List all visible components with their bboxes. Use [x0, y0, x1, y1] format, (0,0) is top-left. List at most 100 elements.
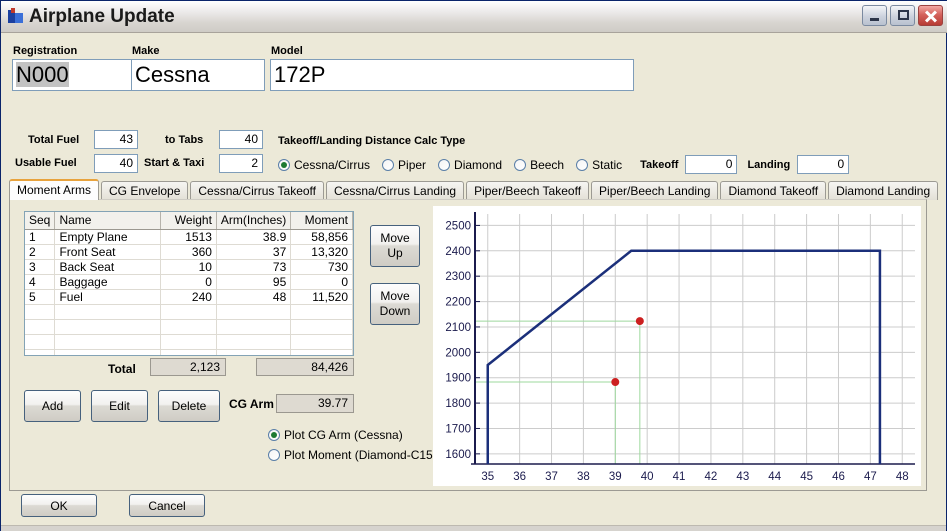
radio-plot-moment[interactable] [268, 449, 280, 461]
tab-piper-beech-takeoff[interactable]: Piper/Beech Takeoff [466, 181, 590, 200]
make-input[interactable]: Cessna [131, 59, 265, 91]
cell-name[interactable]: Empty Plane [54, 229, 161, 245]
maximize-icon[interactable] [890, 5, 915, 26]
cell-weight[interactable]: 0 [160, 274, 217, 290]
cell-arm[interactable]: 37 [216, 244, 292, 260]
cell-weight[interactable]: 360 [160, 244, 217, 260]
cell-weight[interactable]: 240 [160, 289, 217, 305]
cell-empty[interactable] [25, 334, 56, 350]
landing-input[interactable]: 0 [797, 155, 850, 174]
moment-arms-grid[interactable]: Seq Name Weight Arm(Inches) Moment 1 Empt… [24, 211, 354, 356]
cell-empty[interactable] [160, 349, 217, 355]
col-header-weight[interactable]: Weight [160, 212, 217, 230]
cell-name[interactable]: Baggage [54, 274, 161, 290]
cell-empty[interactable] [216, 304, 292, 320]
cell-empty[interactable] [25, 319, 56, 335]
cell-seq[interactable]: 4 [25, 274, 56, 290]
table-row-empty[interactable] [25, 304, 353, 320]
cell-arm[interactable]: 48 [216, 289, 292, 305]
plot-mode-option-cg-arm[interactable]: Plot CG Arm (Cessna) [268, 425, 443, 445]
table-row-empty[interactable] [25, 319, 353, 335]
cg-data-point[interactable] [635, 317, 644, 326]
to-tabs-input[interactable]: 40 [219, 130, 263, 149]
cell-empty[interactable] [54, 304, 161, 320]
cell-seq[interactable]: 1 [25, 229, 56, 245]
usable-fuel-input[interactable]: 40 [94, 154, 138, 173]
cell-empty[interactable] [160, 319, 217, 335]
cell-empty[interactable] [290, 349, 353, 355]
cell-seq[interactable]: 3 [25, 259, 56, 275]
cancel-button[interactable]: Cancel [129, 494, 205, 517]
cell-seq[interactable]: 2 [25, 244, 56, 260]
radio-cessna-cirrus[interactable] [278, 158, 290, 171]
tab-diamond-landing[interactable]: Diamond Landing [828, 181, 939, 200]
edit-button[interactable]: Edit [91, 390, 148, 422]
move-up-button[interactable]: Move Up [370, 225, 420, 267]
radio-plot-cg-arm[interactable] [268, 429, 280, 441]
cell-empty[interactable] [160, 304, 217, 320]
cell-moment[interactable]: 11,520 [290, 289, 353, 305]
table-row-empty[interactable] [25, 349, 353, 355]
minimize-icon[interactable] [862, 5, 887, 26]
start-taxi-input[interactable]: 2 [219, 154, 263, 173]
tab-cg-envelope[interactable]: CG Envelope [101, 181, 189, 200]
table-row[interactable]: 3 Back Seat 10 73 730 [25, 259, 353, 275]
move-down-button[interactable]: Move Down [370, 283, 420, 325]
cell-empty[interactable] [160, 334, 217, 350]
registration-input[interactable]: N000 [12, 59, 135, 91]
cell-moment[interactable]: 0 [290, 274, 353, 290]
tab-cessna-cirrus-landing[interactable]: Cessna/Cirrus Landing [326, 181, 465, 200]
cell-empty[interactable] [216, 319, 292, 335]
cell-empty[interactable] [54, 319, 161, 335]
total-fuel-input[interactable]: 43 [94, 130, 138, 149]
ok-button[interactable]: OK [21, 494, 97, 517]
cell-arm[interactable]: 73 [216, 259, 292, 275]
table-row[interactable]: 4 Baggage 0 95 0 [25, 274, 353, 290]
takeoff-input[interactable]: 0 [685, 155, 738, 174]
cell-empty[interactable] [290, 334, 353, 350]
cell-moment[interactable]: 730 [290, 259, 353, 275]
radio-static[interactable] [576, 158, 589, 171]
table-row[interactable]: 1 Empty Plane 1513 38.9 58,856 [25, 229, 353, 245]
delete-button[interactable]: Delete [158, 390, 220, 422]
y-tick-label: 1800 [445, 398, 471, 410]
cell-empty[interactable] [54, 349, 161, 355]
cell-empty[interactable] [216, 334, 292, 350]
radio-beech[interactable] [514, 158, 527, 171]
tab-cessna-cirrus-takeoff[interactable]: Cessna/Cirrus Takeoff [190, 181, 324, 200]
cell-name[interactable]: Back Seat [54, 259, 161, 275]
cg-data-point[interactable] [611, 378, 620, 387]
tab-diamond-takeoff[interactable]: Diamond Takeoff [720, 181, 827, 200]
model-input[interactable]: 172P [270, 59, 634, 91]
cell-moment[interactable]: 58,856 [290, 229, 353, 245]
radio-diamond[interactable] [438, 158, 451, 171]
cell-arm[interactable]: 38.9 [216, 229, 292, 245]
tab-piper-beech-landing[interactable]: Piper/Beech Landing [591, 181, 719, 200]
radio-piper[interactable] [382, 158, 395, 171]
cell-seq[interactable]: 5 [25, 289, 56, 305]
cell-weight[interactable]: 1513 [160, 229, 217, 245]
col-header-seq[interactable]: Seq [25, 212, 56, 230]
col-header-name[interactable]: Name [54, 212, 161, 230]
y-tick-label: 1700 [445, 423, 471, 435]
cell-name[interactable]: Fuel [54, 289, 161, 305]
cell-moment[interactable]: 13,320 [290, 244, 353, 260]
cell-empty[interactable] [25, 304, 56, 320]
close-icon[interactable] [918, 5, 943, 26]
col-header-moment[interactable]: Moment [290, 212, 353, 230]
cell-arm[interactable]: 95 [216, 274, 292, 290]
cell-empty[interactable] [54, 334, 161, 350]
add-button[interactable]: Add [24, 390, 81, 422]
cell-empty[interactable] [290, 319, 353, 335]
table-row-empty[interactable] [25, 334, 353, 350]
table-row[interactable]: 5 Fuel 240 48 11,520 [25, 289, 353, 305]
cell-empty[interactable] [25, 349, 56, 355]
col-header-arm[interactable]: Arm(Inches) [216, 212, 292, 230]
cell-empty[interactable] [290, 304, 353, 320]
cell-empty[interactable] [216, 349, 292, 355]
plot-mode-option-moment[interactable]: Plot Moment (Diamond-C150) [268, 445, 443, 465]
cell-weight[interactable]: 10 [160, 259, 217, 275]
table-row[interactable]: 2 Front Seat 360 37 13,320 [25, 244, 353, 260]
cell-name[interactable]: Front Seat [54, 244, 161, 260]
tab-moment-arms[interactable]: Moment Arms [9, 179, 100, 200]
